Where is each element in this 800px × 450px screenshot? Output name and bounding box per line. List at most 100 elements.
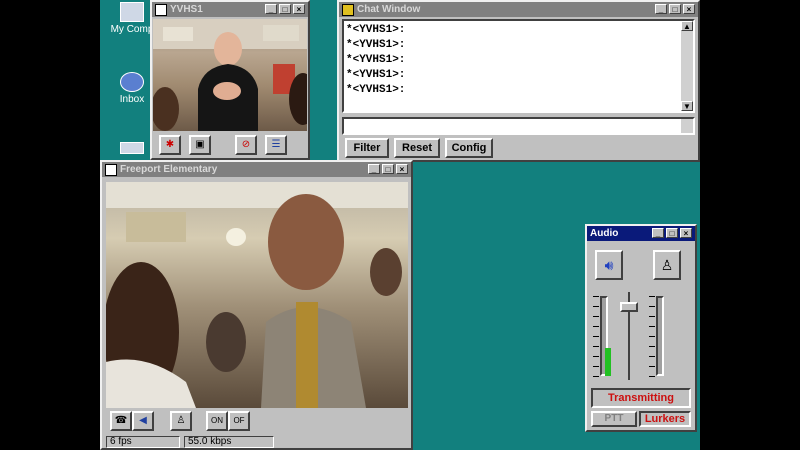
chat-line: *<YVHS1>: [346, 54, 406, 66]
video-window-freeport: Freeport Elementary _ □ × ☎ ◀ ♙ ON OF 6 … [100, 160, 413, 450]
meter-tick [593, 316, 599, 317]
settings-icon: ☰ [271, 139, 281, 150]
input-scrollbar[interactable] [681, 119, 693, 133]
camera-icon [155, 3, 167, 16]
maximize-button[interactable]: □ [382, 164, 394, 174]
audio-window: Audio _ □ × 🔊︎ ♙ Transmitting PTT Lurker… [585, 224, 697, 432]
meter-tick [649, 326, 655, 327]
speaker-button[interactable]: ◀ [132, 411, 154, 431]
chat-scrollbar[interactable]: ▲ ▼ [681, 21, 693, 111]
meter-tick [649, 356, 655, 357]
send-video-button[interactable]: ON [206, 411, 228, 431]
lurkers-indicator[interactable]: Lurkers [639, 411, 691, 427]
maximize-button[interactable]: □ [279, 4, 291, 14]
chat-line: *<YVHS1>: [346, 69, 406, 81]
desktop-icon-inbox[interactable]: Inbox [108, 72, 156, 105]
close-button[interactable]: × [396, 164, 408, 174]
desktop-icon-my-computer[interactable]: My Comp [108, 2, 156, 35]
status-bar: 6 fps 55.0 kbps [106, 436, 408, 448]
stop-icon: ⊘ [241, 139, 251, 150]
network-icon [120, 142, 144, 154]
meter-tick [593, 326, 599, 327]
config-button[interactable]: Config [445, 138, 493, 158]
mic-level-fill [605, 348, 611, 376]
meter-tick [593, 366, 599, 367]
meter-track [656, 296, 664, 376]
meter-tick [593, 306, 599, 307]
minimize-button[interactable]: _ [265, 4, 277, 14]
minimize-button[interactable]: _ [652, 228, 664, 238]
chat-icon [342, 3, 354, 16]
video-window-title: YVHS1 [170, 4, 203, 15]
scroll-up-button[interactable]: ▲ [681, 21, 693, 31]
speaker-icon: 🔊︎ [604, 257, 614, 273]
ptt-button[interactable]: PTT [591, 411, 637, 427]
speaker-icon: ◀ [139, 415, 147, 426]
meter-tick [593, 336, 599, 337]
desktop: My Comp Inbox YVHS1 _ □ × ✱ ▣ ⊘ ☰ Chat W… [100, 0, 700, 450]
meter-tick [593, 296, 599, 297]
microphone-icon: ♙ [176, 415, 186, 426]
scroll-down-button[interactable]: ▼ [681, 101, 693, 111]
meter-tick [649, 336, 655, 337]
transmitting-indicator: Transmitting [591, 388, 691, 408]
minimize-button[interactable]: _ [368, 164, 380, 174]
video-feed-freeport [106, 182, 408, 408]
fps-readout: 6 fps [106, 436, 180, 448]
desktop-icon-partial[interactable] [108, 142, 156, 156]
video-window-titlebar[interactable]: YVHS1 _ □ × [152, 2, 308, 17]
microphone-button[interactable]: ♙ [653, 250, 681, 280]
close-button[interactable]: × [680, 228, 692, 238]
video-window-titlebar[interactable]: Freeport Elementary _ □ × [102, 162, 411, 177]
meter-tick [593, 376, 599, 377]
video-frame-classroom [153, 19, 307, 131]
meter-tick [649, 376, 655, 377]
reset-button[interactable]: Reset [394, 138, 440, 158]
meter-tick [649, 316, 655, 317]
phone-button[interactable]: ☎ [110, 411, 132, 431]
meter-tick [649, 296, 655, 297]
chat-line: *<YVHS1>: [346, 84, 406, 96]
mic-level-meter [649, 296, 665, 377]
camera-icon [105, 163, 117, 176]
chat-window: Chat Window _ □ × *<YVHS1>: *<YVHS1>: *<… [337, 0, 700, 162]
microphone-button[interactable]: ♙ [170, 411, 192, 431]
desktop-icon-label: Inbox [119, 94, 145, 105]
minimize-button[interactable]: _ [655, 4, 667, 14]
chat-window-titlebar[interactable]: Chat Window _ □ × [339, 2, 698, 17]
video-window-title: Freeport Elementary [120, 164, 218, 175]
chat-line: *<YVHS1>: [346, 24, 406, 36]
desktop-icon-label: My Comp [110, 24, 154, 35]
filter-button[interactable]: Filter [345, 138, 389, 158]
receive-video-button[interactable]: OF [228, 411, 250, 431]
close-button[interactable]: × [293, 4, 305, 14]
audio-window-title: Audio [590, 228, 619, 239]
close-button[interactable]: × [683, 4, 695, 14]
maximize-button[interactable]: □ [666, 228, 678, 238]
chat-log[interactable]: *<YVHS1>: *<YVHS1>: *<YVHS1>: *<YVHS1>: … [342, 19, 695, 113]
window-button[interactable]: ▣ [189, 135, 211, 155]
meter-tick [649, 306, 655, 307]
mic-level-bar [605, 296, 611, 376]
microphone-icon: ♙ [660, 257, 674, 273]
video-toolbar: ☎ ◀ ♙ ON OF [106, 410, 408, 434]
phone-icon: ☎ [114, 415, 128, 426]
speaker-button[interactable]: 🔊︎ [595, 250, 623, 280]
video-feed-yvhs1 [153, 19, 307, 131]
audio-window-titlebar[interactable]: Audio _ □ × [587, 226, 695, 241]
chat-line: *<YVHS1>: [346, 39, 406, 51]
meter-tick [649, 346, 655, 347]
slider-thumb[interactable] [620, 302, 638, 312]
settings-button[interactable]: ☰ [265, 135, 287, 155]
stop-button[interactable]: ⊘ [235, 135, 257, 155]
chat-input[interactable] [342, 117, 695, 135]
inbox-icon [120, 72, 144, 92]
video-frame-students [106, 182, 408, 408]
volume-slider[interactable] [620, 292, 638, 380]
video-window-yvhs1: YVHS1 _ □ × ✱ ▣ ⊘ ☰ [150, 0, 310, 160]
snapshot-button[interactable]: ✱ [159, 135, 181, 155]
maximize-button[interactable]: □ [669, 4, 681, 14]
video-off-icon: OF [233, 416, 245, 425]
video-on-icon: ON [211, 416, 223, 425]
snapshot-icon: ✱ [165, 139, 175, 150]
